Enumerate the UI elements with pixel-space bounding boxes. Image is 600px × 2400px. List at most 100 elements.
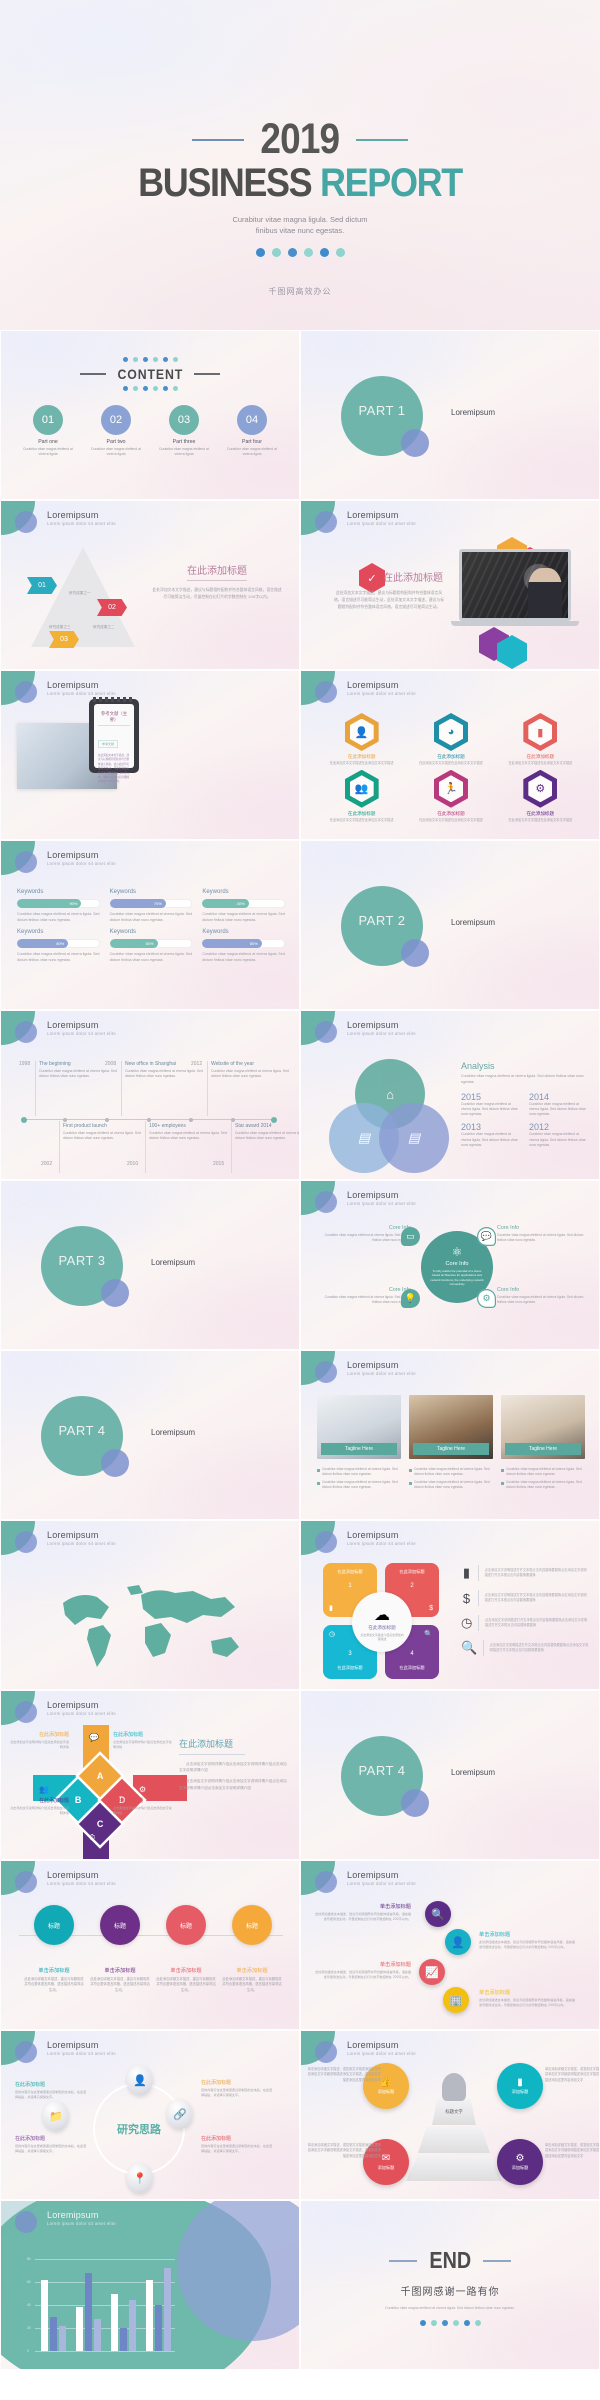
bar-chart-slide[interactable]: Loremipsum Lorem ipsum dolor sit amet eli… xyxy=(0,2200,300,2370)
analysis-year-item[interactable]: 2013 Curabitur vitae magna eleifend at vi… xyxy=(461,1122,521,1148)
timeline-bottom-item[interactable]: First product launch Curabitur vitae magn… xyxy=(63,1123,143,1142)
research-circle-slide[interactable]: Loremipsum Lorem ipsum dolor sit amet eli… xyxy=(0,2030,300,2200)
laptop-slide[interactable]: Loremipsum Lorem ipsum dolor sit amet eli… xyxy=(300,500,600,670)
keyword-progress-value: 80% xyxy=(202,939,262,949)
timeline-bottom-item[interactable]: 100+ employees Curabitur vitae magna elei… xyxy=(149,1123,229,1142)
pyramid-bubble-chart-icon: ▮ xyxy=(517,2077,523,2088)
chart-bar xyxy=(41,2279,48,2351)
quad-infographic-slide[interactable]: Loremipsum Lorem ipsum dolor sit amet eli… xyxy=(300,1520,600,1690)
content-part-item[interactable]: 01 Part one Curabitur vitae magna eleifend… xyxy=(22,405,74,457)
person-icon[interactable]: 👤 xyxy=(445,1929,471,1955)
photo-card[interactable]: Tagline Here xyxy=(501,1395,585,1459)
core-item[interactable]: Core Info Curabitur vitae magna eleifend … xyxy=(315,1225,411,1243)
diamond-label-desc: 点击添加文字说明详情介绍点击添加文字说明详情 xyxy=(113,1740,172,1749)
world-map-slide[interactable]: Loremipsum Lorem ipsum dolor sit amet eli… xyxy=(0,1520,300,1690)
part-divider-slide-3[interactable]: PART 3 Loremipsum xyxy=(0,1180,300,1350)
chain-item[interactable]: 标题 单击添加标题 此处添加详细文本描述，建议与标题相关并符合整体语言风格，语言描述… xyxy=(89,1905,151,1993)
analysis-year-item[interactable]: 2015 Curabitur vitae magna eleifend at vi… xyxy=(461,1092,521,1118)
part-divider-slide-5[interactable]: PART 4 Loremipsum xyxy=(300,1690,600,1860)
hexagon-item[interactable]: 👤 在此添加标题 在此添加文本文字描述在此添加文本文字描述 xyxy=(319,713,404,766)
hexagon-item[interactable]: 👥 在此添加标题 在此添加文本文字描述在此添加文本文字描述 xyxy=(319,769,404,823)
analysis-year-item[interactable]: 2014 Curabitur vitae magna eleifend at vi… xyxy=(529,1092,589,1118)
keyword-item[interactable]: Keywords 40% Curabitur vitae magna eleifen… xyxy=(202,889,285,923)
keyword-item[interactable]: Keywords 50% Curabitur vitae magna eleifen… xyxy=(109,929,193,963)
keyword-item[interactable]: Keywords 80% Curabitur vitae magna eleifen… xyxy=(17,929,100,963)
analysis-year: 2015 xyxy=(461,1091,482,1102)
chat-icon: 💬 xyxy=(477,1227,496,1246)
header-title: Loremipsum xyxy=(347,1360,399,1370)
hexagon-item[interactable]: 🏃 在此添加标题 在此添加文本文字描述在此添加文本文字描述 xyxy=(408,769,493,823)
pyramid-title: 在此添加标题 xyxy=(187,562,247,581)
notebook-slide[interactable]: Loremipsum Lorem ipsum dolor sit amet eli… xyxy=(0,670,300,840)
search-icon[interactable]: 🔍 xyxy=(425,1901,451,1927)
content-part-item[interactable]: 03 Part three Curabitur vitae magna eleife… xyxy=(158,405,210,457)
timeline-top-item[interactable]: Website of the year Curabitur vitae magna… xyxy=(211,1061,291,1080)
chain-item-title: 单击添加标题 xyxy=(170,1968,202,1974)
quad-list-row[interactable]: $ 点击添加文字说明描述打开文本框点击内容替换要替换点击添加文字说明描述打开文本框… xyxy=(461,1590,589,1606)
research-pin-icon[interactable]: 📍 xyxy=(127,2163,153,2193)
cover-dot-6 xyxy=(335,247,345,257)
content-part-item[interactable]: 04 Part four Curabitur vitae magna eleifen… xyxy=(226,405,278,457)
quad-list-row[interactable]: 🔍 点击添加文字说明描述打开文本框点击内容替换要替换点击添加文字说明描述打开文本框… xyxy=(461,1640,589,1656)
pyramid-bubble-4[interactable]: ⚙ 添加标题 xyxy=(497,2139,543,2185)
photo-cards-slide[interactable]: Loremipsum Lorem ipsum dolor sit amet eli… xyxy=(300,1350,600,1520)
part-divider-slide-2[interactable]: PART 2 Loremipsum xyxy=(300,840,600,1010)
chart-bar xyxy=(164,2268,171,2351)
hexagon-item[interactable]: ⚙ 在此添加标题 在此添加文本文字描述在此添加文本文字描述 xyxy=(498,769,583,823)
keyword-item[interactable]: Keywords 90% Curabitur vitae magna eleifen… xyxy=(17,889,100,923)
pyramid-bubble-2[interactable]: ▮ 添加标题 xyxy=(497,2063,543,2109)
quad-graphic: 在此添加标题 1 ▮ 在此添加标题 2 $ 在此添加标题 3 ◷ 在此添加标题 4 🔍 ☁ 在此添加标题点… xyxy=(323,1563,441,1681)
pyramid-slide[interactable]: Loremipsum Lorem ipsum dolor sit amet eli… xyxy=(0,500,300,670)
venn-analysis-slide[interactable]: Loremipsum Lorem ipsum dolor sit amet eli… xyxy=(300,1010,600,1180)
header-circle-shape xyxy=(15,851,37,873)
timeline-bottom-item[interactable]: Star award 2014 Curabitur vitae magna ele… xyxy=(235,1123,299,1142)
keyword-label: Keywords xyxy=(17,929,44,936)
part-divider-slide-1[interactable]: PART 1 Loremipsum xyxy=(300,330,600,500)
photo-card[interactable]: Tagline Here xyxy=(317,1395,401,1459)
core-item[interactable]: Core Info Curabitur vitae magna eleifend … xyxy=(497,1287,593,1305)
pyramid-bubble-text-3: 单击添加详细文字描述，或复制文字描述添加这里内容添加文字详细说明描述添加文字描述… xyxy=(307,2143,381,2158)
core-item[interactable]: Core Info Curabitur vitae magna eleifend … xyxy=(497,1225,593,1243)
hexagon-item[interactable]: ◕ 在此添加标题 在此添加文本文字描述在此添加文本文字描述 xyxy=(408,713,493,766)
hexagon-grid: 👤 在此添加标题 在此添加文本文字描述在此添加文本文字描述 ◕ 在此添加标题 在此添加文本… xyxy=(319,713,583,823)
keyword-item[interactable]: Keywords 70% Curabitur vitae magna eleifen… xyxy=(109,889,193,923)
research-folder-icon[interactable]: 📁 xyxy=(43,2101,69,2131)
content-part-item[interactable]: 02 Part two Curabitur vitae magna eleifend… xyxy=(90,405,142,457)
pyramid-3d-slide[interactable]: Loremipsum Lorem ipsum dolor sit amet eli… xyxy=(300,2030,600,2200)
diamond-infographic-slide[interactable]: Loremipsum Lorem ipsum dolor sit amet eli… xyxy=(0,1690,300,1860)
chain-item[interactable]: 标题 单击添加标题 此处添加详细文本描述，建议与标题相关并符合整体语言风格，语言描述… xyxy=(155,1905,217,1993)
core-info-slide[interactable]: Loremipsum Lorem ipsum dolor sit amet eli… xyxy=(300,1180,600,1350)
content-part-desc: Curabitur vitae magna eleifend at viverr… xyxy=(159,447,209,457)
hexagon-grid-slide[interactable]: Loremipsum Lorem ipsum dolor sit amet eli… xyxy=(300,670,600,840)
core-item[interactable]: Core Info Curabitur vitae magna eleifend … xyxy=(315,1287,411,1305)
content-slide[interactable]: CONTENT 01 Part one Curabitur vitae magna e… xyxy=(0,330,300,500)
stagger-text-4: 单击添加标题 此处添加描述文本描述，建议与标题相符并符合整体语言风格，语言描述尽量… xyxy=(479,1989,575,2008)
end-word: END xyxy=(429,2247,471,2273)
analysis-year-item[interactable]: 2012 Curabitur vitae magna eleifend at vi… xyxy=(529,1122,589,1148)
header-title: Loremipsum xyxy=(347,1870,399,1880)
keywords-slide[interactable]: Loremipsum Lorem ipsum dolor sit amet eli… xyxy=(0,840,300,1010)
hexagon-item[interactable]: ▮ 在此添加标题 在此添加文本文字描述在此添加文本文字描述 xyxy=(498,713,583,766)
timeline-slide[interactable]: Loremipsum Lorem ipsum dolor sit amet eli… xyxy=(0,1010,300,1180)
header-title: Loremipsum xyxy=(347,1530,399,1540)
cover-dot-3 xyxy=(287,247,297,257)
keyword-item[interactable]: Keywords 80% Curabitur vitae magna eleifen… xyxy=(202,929,285,963)
part-divider-slide-4[interactable]: PART 4 Loremipsum xyxy=(0,1350,300,1520)
photo-card[interactable]: Tagline Here xyxy=(409,1395,493,1459)
end-slide[interactable]: END 千图网感谢一路有你 Curabitur vitae magna eleife… xyxy=(300,2200,600,2370)
content-part-name: Part two xyxy=(106,439,126,445)
stagger-desc: 此处添加描述文本描述，建议与标题相符并符合整体语言风格，语言描述尽量简洁生动，尽… xyxy=(479,1940,575,1949)
keyword-progress-track: 80% xyxy=(17,939,100,949)
quad-list-row[interactable]: ▮ 点击添加文字说明描述打开文本框点击内容替换要替换点击添加文字说明描述打开文本框… xyxy=(461,1565,589,1581)
chain-item[interactable]: 标题 单击添加标题 此处添加详细文本描述，建议与标题相关并符合整体语言风格，语言描述… xyxy=(221,1905,283,1993)
pyramid-3d-figure xyxy=(442,2073,466,2101)
stagger-circles-slide[interactable]: Loremipsum Lorem ipsum dolor sit amet eli… xyxy=(300,1860,600,2030)
circle-chain-slide[interactable]: Loremipsum Lorem ipsum dolor sit amet eli… xyxy=(0,1860,300,2030)
research-person-icon[interactable]: 👤 xyxy=(127,2065,153,2095)
building-icon[interactable]: 🏢 xyxy=(443,1987,469,2013)
chain-item[interactable]: 标题 单击添加标题 此处添加详细文本描述，建议与标题相关并符合整体语言风格，语言描述… xyxy=(23,1905,85,1993)
quad-list-row[interactable]: ◷ 点击添加文字说明描述打开文本框点击内容替换要替换点击添加文字说明描述打开文本框… xyxy=(461,1615,589,1631)
end-rule-right xyxy=(483,2259,512,2262)
chart-icon[interactable]: 📈 xyxy=(419,1959,445,1985)
research-link-icon[interactable]: 🔗 xyxy=(167,2099,193,2129)
